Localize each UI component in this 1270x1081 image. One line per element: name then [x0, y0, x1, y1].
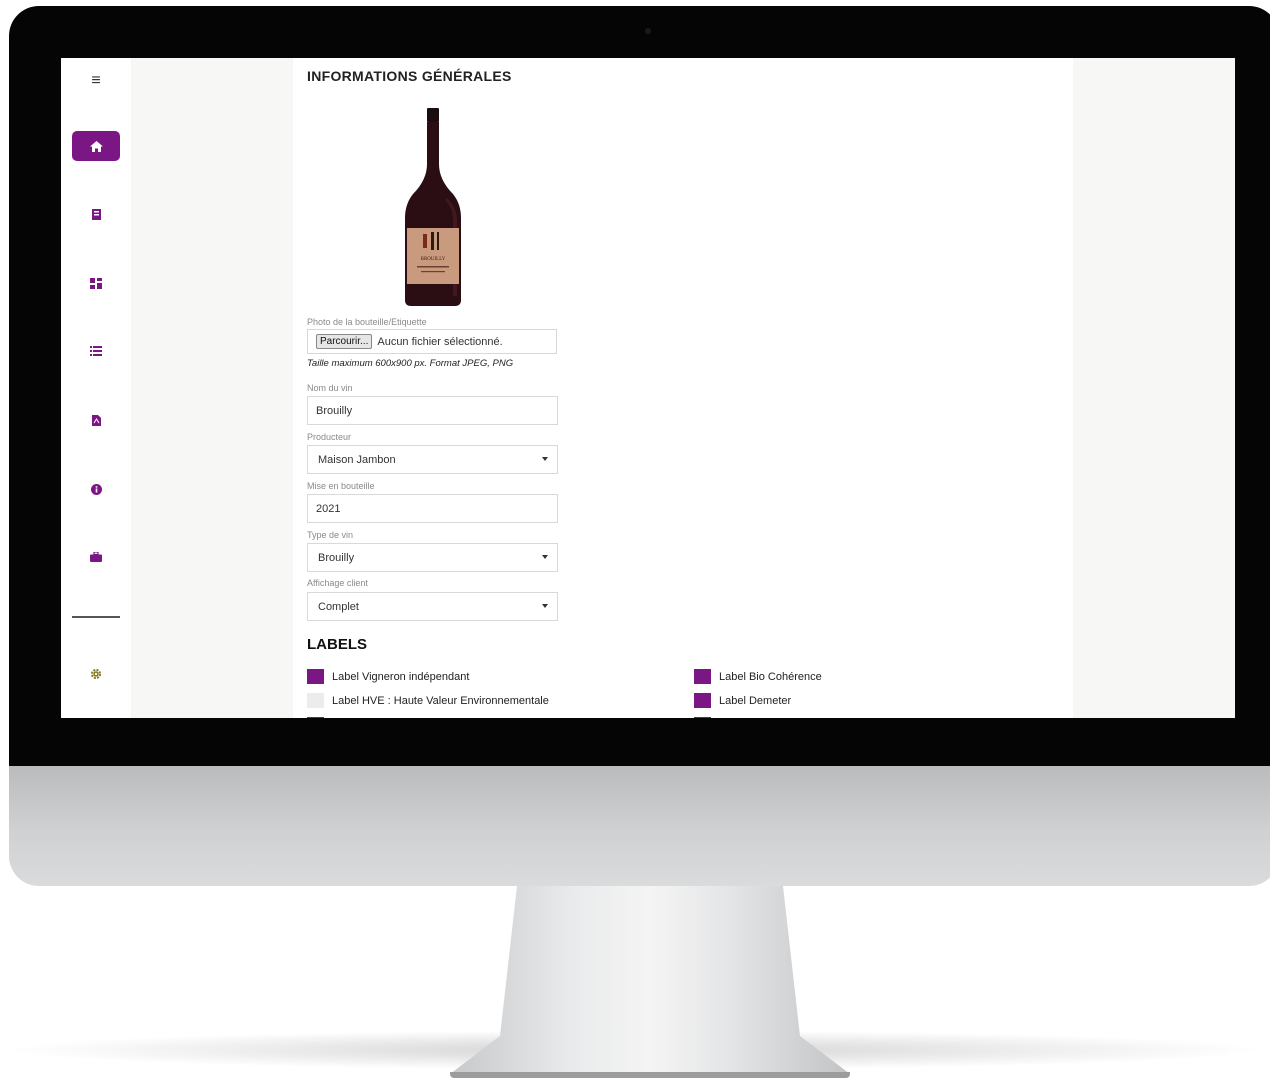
sidebar-item-pdf[interactable] — [72, 405, 120, 435]
checkbox[interactable] — [307, 669, 324, 684]
wine-name-input[interactable]: Brouilly — [307, 396, 558, 425]
label-checkbox-row[interactable]: Label Vigneron indépendant — [307, 669, 469, 684]
checkbox[interactable] — [307, 693, 324, 708]
labels-section-title: LABELS — [307, 636, 367, 653]
client-display-label: Affichage client — [307, 578, 368, 588]
home-icon — [89, 140, 103, 152]
wine-bottle-image: BROUILLY — [405, 108, 461, 306]
chevron-down-icon — [542, 555, 548, 559]
bottling-label: Mise en bouteille — [307, 481, 375, 491]
sidebar-item-book[interactable] — [72, 199, 120, 229]
wine-name-value: Brouilly — [316, 404, 353, 417]
page-title: INFORMATIONS GÉNÉRALES — [307, 68, 512, 84]
label-checkbox-row[interactable] — [694, 717, 719, 718]
sidebar-item-home[interactable] — [72, 131, 120, 161]
sidebar-divider — [72, 616, 120, 618]
checkbox-label: Label Bio Cohérence — [719, 670, 822, 683]
label-checkbox-row[interactable]: Label HVE : Haute Valeur Environnemental… — [307, 693, 549, 708]
bottle-label-text: BROUILLY — [421, 257, 446, 262]
checkbox-label: Label Demeter — [719, 694, 792, 707]
checkbox-label: Label HVE : Haute Valeur Environnemental… — [332, 694, 549, 707]
client-display-select[interactable]: Complet — [307, 592, 558, 621]
pdf-icon — [91, 414, 101, 426]
gear-icon — [90, 668, 102, 680]
checkbox[interactable] — [694, 693, 711, 708]
sidebar-item-list[interactable] — [72, 336, 120, 366]
bottling-input[interactable]: 2021 — [307, 494, 558, 523]
sidebar-item-info[interactable] — [72, 474, 120, 504]
label-checkbox-row[interactable] — [307, 717, 332, 718]
main-panel: INFORMATIONS GÉNÉRALES BROUILLY Photo de… — [293, 58, 1073, 718]
monitor-stand — [450, 886, 850, 1074]
wine-type-label: Type de vin — [307, 530, 354, 540]
list-icon — [90, 346, 102, 356]
dashboard-icon — [90, 277, 102, 289]
sidebar-item-briefcase[interactable] — [72, 542, 120, 572]
sidebar: ≡ — [61, 58, 131, 718]
wine-type-select[interactable]: Brouilly — [307, 543, 558, 572]
menu-icon[interactable]: ≡ — [72, 66, 120, 96]
camera-icon — [645, 28, 651, 34]
book-icon — [91, 208, 101, 220]
photo-hint: Taille maximum 600x900 px. Format JPEG, … — [307, 358, 514, 369]
checkbox-label: Label Vigneron indépendant — [332, 670, 470, 683]
sidebar-item-dashboard[interactable] — [72, 268, 120, 298]
checkbox[interactable] — [307, 717, 324, 718]
info-icon — [90, 483, 102, 495]
label-checkbox-row[interactable]: Label Bio Cohérence — [694, 669, 822, 684]
bottling-value: 2021 — [316, 502, 341, 515]
chevron-down-icon — [542, 457, 548, 461]
client-display-value: Complet — [318, 600, 359, 613]
file-status: Aucun fichier sélectionné. — [377, 335, 503, 348]
photo-label: Photo de la bouteille/Etiquette — [307, 317, 427, 327]
browse-button[interactable]: Parcourir... — [316, 334, 373, 349]
screen: ≡ INFORMATIONS GÉNÉRALES BROUILLY Photo … — [61, 58, 1235, 718]
monitor-chin — [9, 766, 1270, 886]
label-checkbox-row[interactable]: Label Demeter — [694, 693, 791, 708]
checkbox[interactable] — [694, 669, 711, 684]
monitor-stand-base — [450, 1072, 850, 1078]
wine-type-value: Brouilly — [318, 551, 355, 564]
producer-value: Maison Jambon — [318, 453, 396, 466]
sidebar-item-settings[interactable] — [72, 659, 120, 689]
chevron-down-icon — [542, 604, 548, 608]
briefcase-icon — [90, 552, 102, 562]
producer-label: Producteur — [307, 432, 352, 442]
checkbox[interactable] — [694, 717, 711, 718]
wine-name-label: Nom du vin — [307, 383, 353, 393]
producer-select[interactable]: Maison Jambon — [307, 445, 558, 474]
photo-file-input[interactable]: Parcourir... Aucun fichier sélectionné. — [307, 329, 557, 354]
